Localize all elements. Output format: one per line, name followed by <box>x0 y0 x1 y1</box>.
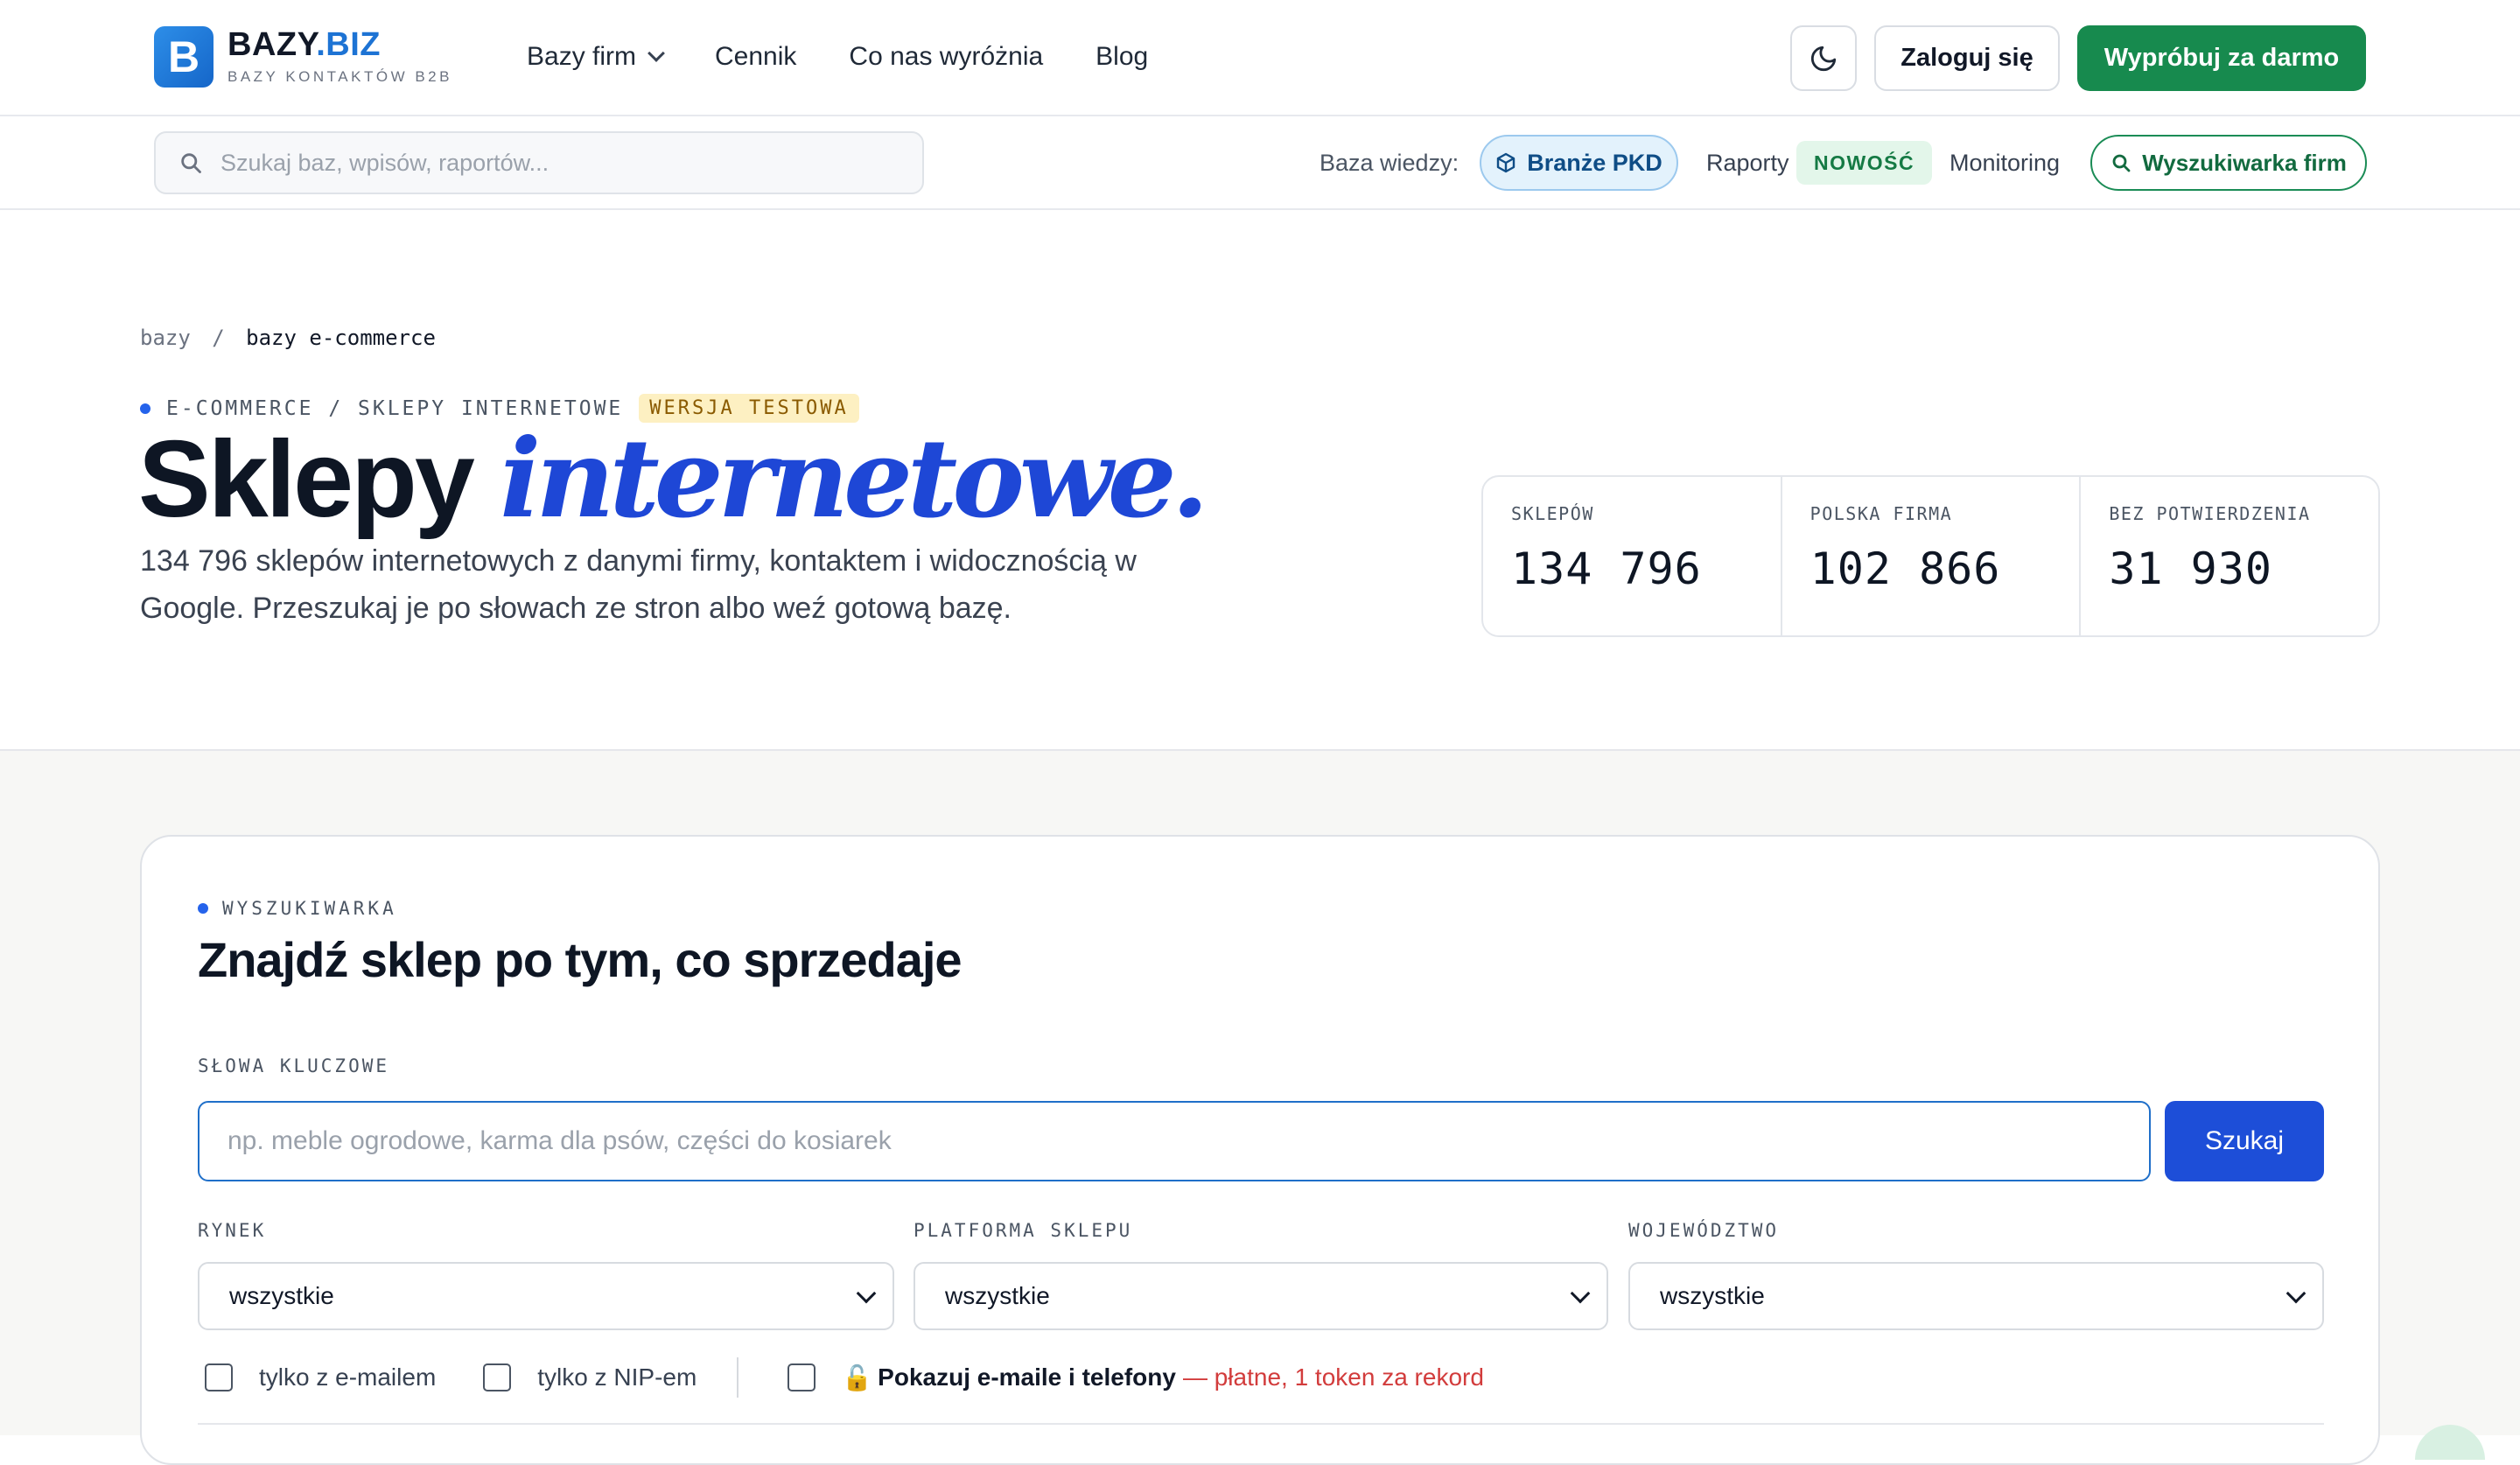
logo-tagline: BAZY KONTAKTÓW B2B <box>228 68 452 85</box>
platform-label: PLATFORMA SKLEPU <box>914 1220 1133 1241</box>
keywords-input[interactable] <box>198 1101 2151 1181</box>
free-trial-button[interactable]: Wypróbuj za darmo <box>2077 25 2366 91</box>
keywords-label: SŁOWA KLUCZOWE <box>198 1055 390 1076</box>
nip-only-checkbox[interactable] <box>483 1363 512 1391</box>
stat-polish-company: POLSKA FIRMA 102 866 <box>1782 477 2082 635</box>
company-search-link[interactable]: Wyszukiwarka firm <box>2090 135 2367 191</box>
platform-select[interactable]: wszystkie <box>914 1262 1608 1330</box>
moon-icon <box>1810 46 1837 71</box>
search-icon <box>181 153 201 173</box>
search-title: Znajdź sklep po tym, co sprzedaje <box>198 932 962 987</box>
email-only-checkbox[interactable] <box>205 1363 233 1391</box>
show-contacts-option[interactable]: 🔓 Pokazuj e-maile i telefony — płatne, 1… <box>788 1363 1484 1392</box>
logo-tld: .BIZ <box>316 26 382 63</box>
logo-name: BAZY <box>228 26 317 63</box>
cube-icon <box>1497 152 1516 173</box>
stats-panel: SKLEPÓW 134 796 POLSKA FIRMA 102 866 BEZ… <box>1481 475 2380 637</box>
chevron-down-icon <box>648 45 665 62</box>
breadcrumb: bazy / bazy e-commerce <box>140 326 436 350</box>
show-contacts-checkbox[interactable] <box>788 1363 816 1391</box>
knowledge-bar: Baza wiedzy: Branże PKD Raporty NOWOŚĆ M… <box>0 116 2520 210</box>
monitoring-link[interactable]: Monitoring <box>1950 150 2060 177</box>
breadcrumb-root[interactable]: bazy <box>140 326 191 350</box>
unlock-icon: 🔓 <box>842 1363 873 1391</box>
chevron-down-icon <box>2286 1283 2306 1304</box>
logo[interactable]: B BAZY.BIZ BAZY KONTAKTÓW B2B <box>154 26 452 88</box>
nav-co-nas-wyroznia[interactable]: Co nas wyróżnia <box>849 42 1043 72</box>
page-title: Sklepy internetowe. <box>138 416 1209 543</box>
search-card: WYSZUKIWARKA Znajdź sklep po tym, co spr… <box>140 835 2380 1465</box>
chevron-down-icon <box>856 1283 877 1304</box>
nip-only-option[interactable]: tylko z NIP-em <box>483 1363 696 1391</box>
stat-unconfirmed: BEZ POTWIERDZENIA 31 930 <box>2109 503 2311 594</box>
reports-link[interactable]: Raporty <box>1706 150 1789 177</box>
knowledge-base-label: Baza wiedzy: <box>1320 150 1460 176</box>
filter-checkboxes: tylko z e-mailem tylko z NIP-em 🔓 Pokazu… <box>205 1357 1531 1398</box>
site-search[interactable] <box>154 131 924 194</box>
stat-shops: SKLEPÓW 134 796 <box>1483 477 1782 635</box>
email-only-option[interactable]: tylko z e-mailem <box>205 1363 436 1391</box>
search-icon <box>2112 154 2131 172</box>
pkd-industries-link[interactable]: Branże PKD <box>1480 135 1678 191</box>
site-search-input[interactable] <box>219 148 901 178</box>
market-label: RYNEK <box>198 1220 267 1241</box>
divider <box>198 1423 2324 1425</box>
nav-bazy-firm[interactable]: Bazy firm <box>527 42 665 72</box>
logo-mark-icon: B <box>154 26 214 88</box>
paid-note: — płatne, 1 token za rekord <box>1182 1363 1484 1391</box>
divider <box>737 1357 739 1398</box>
chevron-down-icon <box>1570 1283 1591 1304</box>
top-header: B BAZY.BIZ BAZY KONTAKTÓW B2B Bazy firm … <box>0 0 2520 116</box>
market-select[interactable]: wszystkie <box>198 1262 894 1330</box>
search-eyebrow: WYSZUKIWARKA <box>198 898 397 919</box>
main-nav: Bazy firm Cennik Co nas wyróżnia Blog <box>527 42 1200 72</box>
voivodeship-label: WOJEWÓDZTWO <box>1628 1220 1780 1241</box>
dot-icon <box>140 403 150 414</box>
voivodeship-select[interactable]: wszystkie <box>1628 1262 2324 1330</box>
hero-lead: 134 796 sklepów internetowych z danymi f… <box>140 544 1137 625</box>
nav-blog[interactable]: Blog <box>1096 42 1148 72</box>
new-badge: NOWOŚĆ <box>1796 141 1933 185</box>
dot-icon <box>198 903 208 914</box>
search-submit-button[interactable]: Szukaj <box>2165 1101 2324 1181</box>
nav-cennik[interactable]: Cennik <box>715 42 796 72</box>
dark-mode-toggle[interactable] <box>1790 25 1857 91</box>
breadcrumb-current: bazy e-commerce <box>246 326 436 350</box>
login-button[interactable]: Zaloguj się <box>1874 25 2060 91</box>
